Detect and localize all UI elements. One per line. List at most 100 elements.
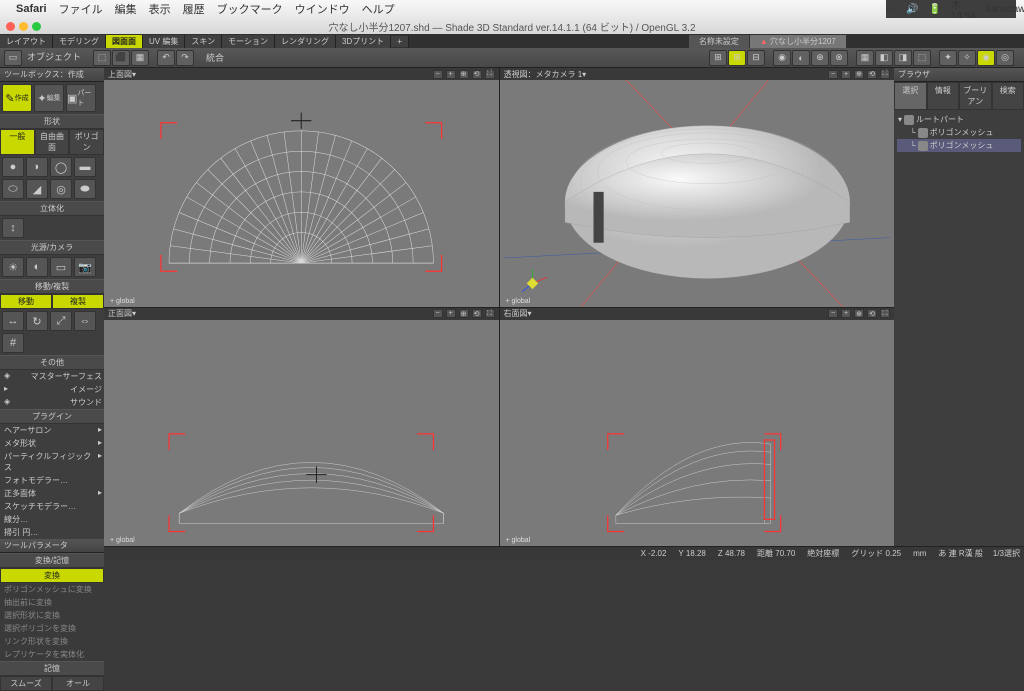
tab-view[interactable]: 図面面 — [106, 35, 143, 48]
sound-item[interactable]: ◈ サウンド — [2, 396, 104, 409]
menu-window[interactable]: ウインドウ — [295, 1, 350, 17]
vp-btn[interactable]: + — [841, 70, 851, 79]
torus-tool[interactable]: ◎ — [50, 179, 72, 199]
speaker-icon[interactable]: 🔊 — [906, 4, 918, 15]
menu-help[interactable]: ヘルプ — [362, 1, 395, 17]
vp-btn[interactable]: + — [446, 70, 456, 79]
param-2[interactable]: 選択形状に変換 — [2, 609, 104, 622]
viewport-side[interactable]: 右面図▾ −+⊕⟲⛶ + global — [500, 308, 895, 547]
arealight-tool[interactable]: ▭ — [50, 257, 72, 277]
vt1[interactable]: ◉ — [773, 50, 791, 66]
vp-btn[interactable]: ⛶ — [485, 70, 495, 79]
extrude-tool[interactable]: ↕ — [2, 218, 24, 238]
layout-4[interactable]: ⊞ — [728, 50, 746, 66]
spotlight-tool[interactable]: ◐ — [26, 257, 48, 277]
vt4[interactable]: ⊗ — [830, 50, 848, 66]
tab-modeling[interactable]: モデリング — [53, 35, 106, 48]
object-mode-label[interactable]: オブジェクト — [23, 50, 85, 66]
halfsphere-tool[interactable]: ◗ — [26, 157, 48, 177]
layout-1[interactable]: ⊞ — [709, 50, 727, 66]
menu-file[interactable]: ファイル — [59, 1, 103, 17]
doc-tab-file[interactable]: ▲ 穴なし小半分1207 — [750, 35, 847, 48]
tool-b[interactable]: ⬛ — [112, 50, 130, 66]
numeric-tool[interactable]: # — [2, 333, 24, 353]
vp-btn[interactable]: ⟲ — [472, 70, 482, 79]
cone-tool[interactable]: ◢ — [26, 179, 48, 199]
integrate-label[interactable]: 統合 — [202, 51, 228, 64]
tab-layout[interactable]: レイアウト — [0, 35, 53, 48]
vp-btn[interactable]: ⊕ — [459, 70, 469, 79]
all-tab[interactable]: オール — [52, 676, 104, 691]
viewport-top[interactable]: 上面図▾ −+⊕⟲⛶ + global — [104, 68, 499, 307]
free-tab[interactable]: 自由曲面 — [35, 129, 70, 155]
vt8[interactable]: ⬚ — [913, 50, 931, 66]
vt7[interactable]: ◨ — [894, 50, 912, 66]
minimize-button[interactable] — [19, 22, 28, 31]
tab-render[interactable]: レンダリング — [275, 35, 336, 48]
coord-mode[interactable]: 絶対座標 — [807, 548, 839, 559]
menu-view[interactable]: 表示 — [149, 1, 171, 17]
browser-tab-info[interactable]: 情報 — [927, 82, 960, 110]
battery-icon[interactable]: 🔋 — [928, 4, 940, 15]
plugin-line[interactable]: 線分… — [2, 513, 104, 526]
tool-a[interactable]: ⬚ — [93, 50, 111, 66]
tree-root[interactable]: ▾ ルートパート — [897, 113, 1021, 126]
vp-btn[interactable]: ⊕ — [854, 309, 864, 318]
tab-motion[interactable]: モーション — [222, 35, 275, 48]
viewport-front[interactable]: 正面図▾ −+⊕⟲⛶ + global — [104, 308, 499, 547]
vp-btn[interactable]: ⛶ — [880, 70, 890, 79]
cube-tool[interactable]: ▬ — [74, 157, 96, 177]
camera-tool[interactable]: 📷 — [74, 257, 96, 277]
vt2[interactable]: ◐ — [792, 50, 810, 66]
menu-bookmark[interactable]: ブックマーク — [217, 1, 283, 17]
capsule-tool[interactable]: ⬬ — [74, 179, 96, 199]
redo-button[interactable]: ↷ — [176, 50, 194, 66]
wifi-icon[interactable]: ⋯ — [886, 4, 896, 15]
browser-tab-bool[interactable]: ブーリアン — [959, 82, 992, 110]
tree-mesh-1[interactable]: └ ポリゴンメッシュ — [897, 126, 1021, 139]
layout-v[interactable]: ⊟ — [747, 50, 765, 66]
param-4[interactable]: リンク形状を変換 — [2, 635, 104, 648]
close-button[interactable] — [6, 22, 15, 31]
menu-history[interactable]: 履歴 — [183, 1, 205, 17]
vp-btn[interactable]: ⊕ — [854, 70, 864, 79]
param-1[interactable]: 抽出前に変換 — [2, 596, 104, 609]
image-item[interactable]: ▸ イメージ — [2, 383, 104, 396]
tab-skin[interactable]: スキン — [185, 35, 222, 48]
user-name[interactable]: kanazawa — [986, 4, 1024, 15]
vp-btn[interactable]: − — [433, 70, 443, 79]
polygon-tab[interactable]: ポリゴン — [69, 129, 104, 155]
param-3[interactable]: 選択ポリゴンを変換 — [2, 622, 104, 635]
mirror-tool[interactable]: ⇔ — [74, 311, 96, 331]
cylinder-tool[interactable]: ⬭ — [2, 179, 24, 199]
zoom-button[interactable] — [32, 22, 41, 31]
vp-btn[interactable]: + — [841, 309, 851, 318]
tab-3dprint[interactable]: 3Dプリント — [336, 35, 391, 48]
viewport-perspective[interactable]: 透視図：メタカメラ 1▾ −+⊕⟲⛶ + global — [500, 68, 895, 307]
param-0[interactable]: ポリゴンメッシュに変換 — [2, 583, 104, 596]
scale-tool[interactable]: ⤢ — [50, 311, 72, 331]
plugin-sweep[interactable]: 掃引 円… — [2, 526, 104, 539]
tool-c[interactable]: ▦ — [131, 50, 149, 66]
plugin-particle[interactable]: パーティクルフィジックス▸ — [2, 450, 104, 474]
vt3[interactable]: ⊕ — [811, 50, 829, 66]
vt6[interactable]: ◧ — [875, 50, 893, 66]
vp-btn[interactable]: ⟲ — [472, 309, 482, 318]
sphere-tool[interactable]: ● — [2, 157, 24, 177]
move-tab[interactable]: 移動 — [0, 294, 52, 309]
general-tab[interactable]: 一般 — [0, 129, 35, 155]
param-5[interactable]: レプリケータを実体化 — [2, 648, 104, 661]
tab-uv[interactable]: UV 編集 — [143, 35, 185, 48]
rotate-tool[interactable]: ↻ — [26, 311, 48, 331]
plugin-sketch[interactable]: スケッチモデラー… — [2, 500, 104, 513]
tab-add[interactable]: + — [391, 36, 409, 47]
vt11[interactable]: ◉ — [977, 50, 995, 66]
plugin-photo[interactable]: フォトモデラー… — [2, 474, 104, 487]
app-menu[interactable]: Safari — [16, 3, 47, 15]
pointlight-tool[interactable]: ☀ — [2, 257, 24, 277]
vt9[interactable]: ✦ — [939, 50, 957, 66]
smooth-tab[interactable]: スムーズ — [0, 676, 52, 691]
vp-btn[interactable]: ⊕ — [459, 309, 469, 318]
vt12[interactable]: ◎ — [996, 50, 1014, 66]
doc-tab-untitled[interactable]: 名称未設定 — [689, 35, 750, 48]
